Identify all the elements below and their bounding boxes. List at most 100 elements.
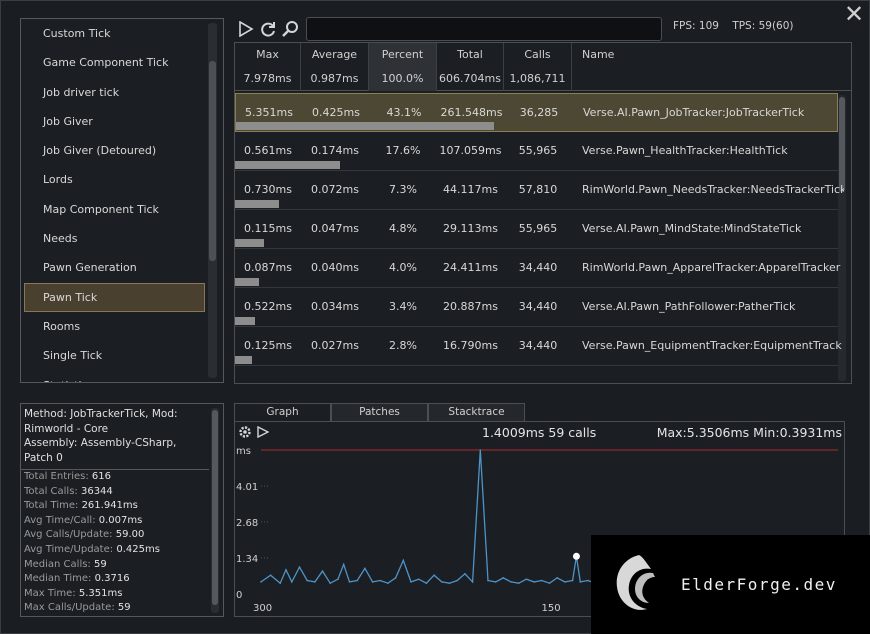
refresh-icon[interactable] bbox=[259, 20, 277, 38]
stat-line: Median Calls: 59 bbox=[21, 558, 223, 573]
cell-name: Verse.AI.Pawn_MindState:MindStateTick bbox=[582, 222, 802, 235]
table-row[interactable]: 0.561ms 0.174ms 17.6% 107.059ms 55,965 Verse.… bbox=[235, 132, 838, 171]
stat-line: Avg Time/Update: 0.425ms bbox=[21, 543, 223, 558]
gear-icon[interactable] bbox=[237, 424, 253, 443]
data-point bbox=[321, 570, 324, 572]
category-item[interactable]: Needs bbox=[21, 224, 223, 253]
data-point bbox=[410, 581, 412, 583]
table-row[interactable]: 0.087ms 0.040ms 4.0% 24.411ms 34,440 RimWorld… bbox=[235, 249, 840, 288]
data-point bbox=[587, 579, 589, 582]
column-header-average[interactable]: Average 0.987ms bbox=[301, 43, 369, 91]
data-point bbox=[356, 579, 358, 582]
category-item[interactable]: Lords bbox=[21, 165, 223, 194]
cell-calls: 57,810 bbox=[518, 183, 558, 196]
cell-max: 0.125ms bbox=[244, 339, 292, 352]
hover-point[interactable] bbox=[572, 552, 580, 560]
percent-bar bbox=[235, 200, 279, 208]
table-row[interactable]: 5.351ms 0.425ms 43.1% 261.548ms 36,285 Verse.… bbox=[235, 93, 838, 132]
tab-stacktrace[interactable]: Stacktrace bbox=[428, 403, 525, 421]
table-row-clipped[interactable] bbox=[235, 366, 838, 383]
column-label: Total bbox=[457, 48, 483, 61]
category-item[interactable]: Game Component Tick bbox=[21, 48, 223, 77]
method-header: Method: JobTrackerTick, Mod: Rimworld - … bbox=[21, 404, 209, 470]
assembly-label: Assembly: Assembly-CSharp, Patch 0 bbox=[24, 437, 177, 464]
category-item[interactable]: Job driver tick bbox=[21, 78, 223, 107]
column-header-max[interactable]: Max 7.978ms bbox=[235, 43, 301, 91]
category-item[interactable]: Statistics bbox=[21, 371, 223, 382]
column-header-calls[interactable]: Calls 1,086,711 bbox=[504, 43, 572, 91]
column-header-total[interactable]: Total 606.704ms bbox=[437, 43, 504, 91]
data-point bbox=[337, 578, 339, 580]
stat-value: 0.3716 bbox=[94, 573, 130, 585]
stat-line: Total Calls: 36344 bbox=[21, 485, 223, 500]
info-scrollbar[interactable] bbox=[211, 408, 219, 613]
table-row[interactable]: 0.522ms 0.034ms 3.4% 20.887ms 34,440 Verse.AI… bbox=[235, 288, 838, 327]
category-scrollbar-thumb[interactable] bbox=[209, 61, 216, 261]
column-header-name[interactable]: Name bbox=[572, 43, 851, 91]
data-point bbox=[510, 581, 512, 583]
column-label: Calls bbox=[524, 48, 551, 61]
tps-label: TPS: 59(60) bbox=[732, 20, 794, 32]
category-item[interactable]: Rooms bbox=[21, 312, 223, 341]
fps-readout: FPS: 109 TPS: 59(60) bbox=[673, 20, 794, 32]
stat-key: Total Entries: bbox=[24, 471, 89, 482]
table-row[interactable]: 0.115ms 0.047ms 4.8% 29.113ms 55,965 Verse.AI… bbox=[235, 210, 838, 249]
data-point bbox=[494, 581, 497, 583]
column-total: 0.987ms bbox=[310, 72, 359, 85]
data-point bbox=[517, 582, 520, 585]
data-point bbox=[394, 577, 397, 579]
category-list: Custom Tick Game Component Tick Job driver… bbox=[20, 18, 224, 383]
graph-controls bbox=[237, 424, 270, 443]
info-scrollbar-thumb[interactable] bbox=[212, 410, 218, 605]
tab-patches[interactable]: Patches bbox=[331, 403, 428, 421]
stat-value: 59 bbox=[117, 602, 131, 614]
category-scrollbar[interactable] bbox=[208, 23, 217, 378]
play-icon[interactable] bbox=[237, 20, 255, 38]
category-item[interactable]: Pawn Tick bbox=[24, 282, 205, 312]
search-input[interactable] bbox=[306, 17, 662, 41]
table-row[interactable]: 0.730ms 0.072ms 7.3% 44.117ms 57,810 RimWorld… bbox=[235, 171, 844, 210]
data-point bbox=[575, 555, 578, 558]
category-item[interactable]: Custom Tick bbox=[21, 19, 223, 48]
category-item[interactable]: Job Giver bbox=[21, 107, 223, 136]
cell-calls: 34,440 bbox=[518, 261, 558, 274]
category-item[interactable]: Job Giver (Detoured) bbox=[21, 136, 223, 165]
method-info-panel: Method: JobTrackerTick, Mod: Rimworld - … bbox=[20, 403, 224, 617]
cell-pct: 43.1% bbox=[386, 106, 422, 119]
data-point bbox=[487, 579, 489, 582]
percent-bar bbox=[235, 278, 259, 286]
tab-graph[interactable]: Graph bbox=[234, 403, 331, 421]
stat-key: Max Time: bbox=[24, 587, 76, 599]
stat-key: Avg Time/Call: bbox=[24, 514, 96, 526]
stat-key: Median Calls: bbox=[24, 558, 91, 570]
category-item[interactable]: Pawn Generation bbox=[21, 253, 223, 282]
data-point bbox=[425, 582, 428, 585]
cell-total: 29.113ms bbox=[443, 222, 498, 235]
data-point bbox=[279, 582, 282, 585]
cell-total: 44.117ms bbox=[443, 183, 498, 196]
data-point bbox=[433, 574, 435, 576]
data-point bbox=[571, 579, 574, 582]
category-item[interactable]: Single Tick bbox=[21, 341, 223, 370]
cell-avg: 0.425ms bbox=[312, 106, 360, 119]
column-header-percent[interactable]: Percent 100.0% bbox=[369, 43, 437, 91]
cell-max: 0.087ms bbox=[244, 261, 292, 274]
search-icon[interactable] bbox=[281, 20, 299, 38]
graph-play-icon[interactable] bbox=[257, 425, 270, 441]
table-row[interactable]: 0.125ms 0.027ms 2.8% 16.790ms 34,440 Verse.Pa… bbox=[235, 327, 842, 366]
category-item[interactable]: Map Component Tick bbox=[21, 195, 223, 224]
data-point bbox=[548, 582, 551, 585]
stat-key: Total Calls: bbox=[24, 485, 78, 497]
data-point bbox=[471, 581, 474, 583]
column-label: Name bbox=[582, 48, 615, 61]
data-point bbox=[260, 581, 262, 583]
stat-key: Avg Time/Update: bbox=[24, 543, 114, 555]
data-point bbox=[502, 577, 505, 579]
column-label: Max bbox=[256, 48, 279, 61]
profiler-window: ✕ Custom Tick Game Component Tick Job driv… bbox=[0, 0, 870, 634]
stat-line: Max Calls/Update: 59 bbox=[21, 601, 223, 616]
cell-calls: 55,965 bbox=[518, 222, 558, 235]
close-icon[interactable]: ✕ bbox=[843, 2, 865, 26]
cell-name: RimWorld.Pawn_ApparelTracker:ApparelTrac… bbox=[582, 261, 841, 274]
cell-max: 0.561ms bbox=[244, 144, 292, 157]
